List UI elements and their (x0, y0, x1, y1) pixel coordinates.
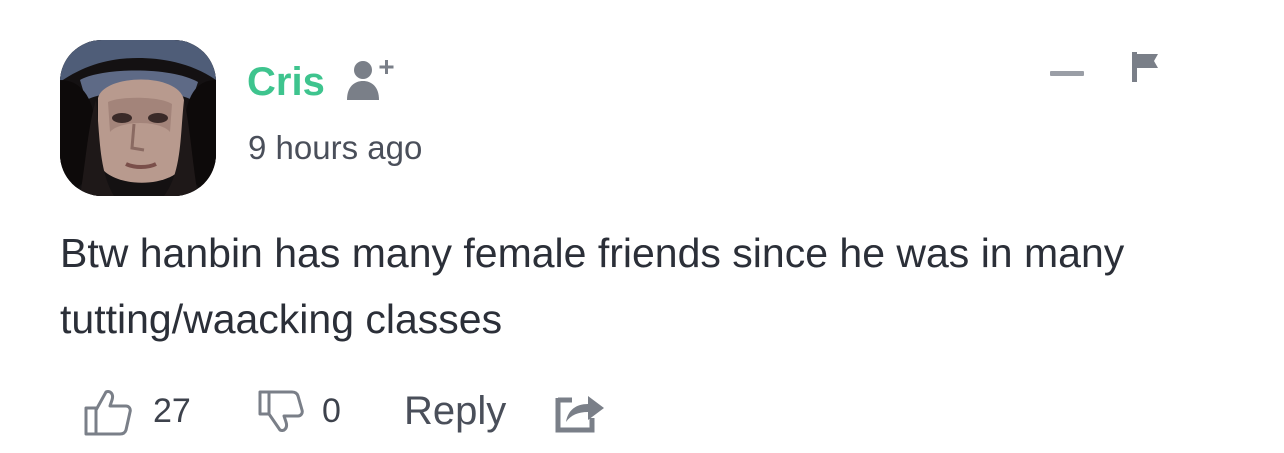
dislike-count: 0 (322, 392, 341, 430)
add-user-icon[interactable] (343, 56, 399, 104)
like-count: 27 (153, 392, 191, 430)
avatar[interactable] (60, 40, 216, 196)
share-icon[interactable] (554, 390, 606, 434)
comment-actions: 27 0 Reply (0, 380, 1284, 444)
thumbs-down-icon[interactable] (256, 388, 304, 436)
reply-button[interactable]: Reply (404, 386, 506, 436)
comment-card: Cris 9 hours ago Btw hanbin has many fem… (0, 0, 1284, 453)
comment-timestamp: 9 hours ago (248, 129, 423, 166)
flag-icon[interactable] (1128, 50, 1164, 86)
comment-text: Btw hanbin has many female friends since… (60, 230, 1125, 342)
minus-icon[interactable] (1044, 62, 1092, 86)
thumbs-up-icon[interactable] (82, 386, 134, 438)
avatar-image (60, 40, 216, 196)
author-name[interactable]: Cris (247, 58, 325, 106)
